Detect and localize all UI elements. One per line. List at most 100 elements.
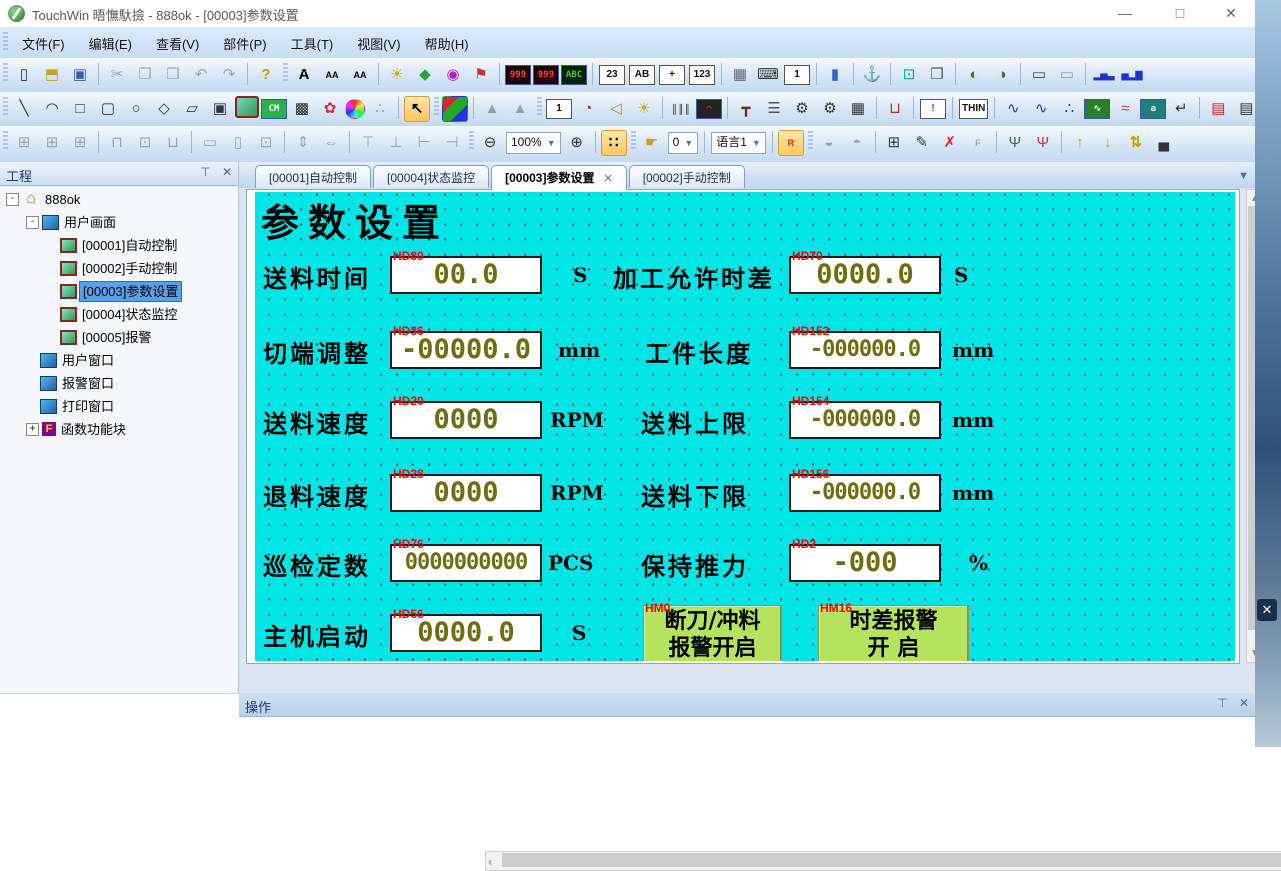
pump-1-icon[interactable]: ⚙	[789, 96, 815, 122]
hmi-button-1[interactable]: HM0断刀/冲料报警开启	[643, 605, 782, 661]
spin-select[interactable]: 0▼	[668, 132, 699, 154]
window-widget-icon[interactable]: ❒	[924, 62, 950, 88]
tree-item-00003参数设置[interactable]: [00003]参数设置	[0, 280, 238, 303]
tab-label[interactable]: [00003]参数设置	[505, 171, 594, 185]
draw-rect-icon[interactable]: □	[67, 96, 93, 122]
tree-item-label[interactable]: 报警窗口	[59, 372, 117, 395]
speaker-icon[interactable]: ◁	[603, 96, 629, 122]
menu-item-6[interactable]: 视图(V)	[345, 27, 412, 53]
net-download-icon[interactable]: ◐	[961, 62, 987, 88]
close-icon[interactable]: ✕	[1239, 696, 1249, 710]
digital-input-icon[interactable]: 23	[599, 65, 625, 85]
data-input-box[interactable]: HD760000000000	[390, 544, 542, 582]
report-icon[interactable]: !	[920, 99, 946, 119]
tree-item-00004状态监控[interactable]: [00004]状态监控	[0, 303, 238, 326]
tree-item-label[interactable]: [00003]参数设置	[79, 281, 182, 302]
field-label[interactable]: 切端调整	[263, 334, 371, 369]
rect-dashed-icon[interactable]: ▭	[1054, 62, 1080, 88]
digital-display-alt-icon[interactable]: 999	[533, 65, 559, 85]
bar-graph-alt-icon[interactable]: ▅▂▇	[1119, 62, 1145, 88]
a-display-icon[interactable]: a	[1140, 99, 1166, 119]
delete-screen-icon[interactable]: ✗	[937, 130, 963, 156]
draw-line-icon[interactable]: ╲	[11, 96, 37, 122]
zoom-out-icon[interactable]: ⊖	[477, 130, 503, 156]
draw-rounded-rect-icon[interactable]: ▢	[95, 96, 121, 122]
help-icon[interactable]: ?	[253, 62, 279, 88]
zoom-select[interactable]: 100%▼	[506, 132, 561, 154]
chevron-down-icon[interactable]: ▼	[547, 138, 556, 148]
text-input-icon[interactable]: AB	[629, 65, 655, 85]
hmi-button-2[interactable]: HM16时差报警开 启	[818, 605, 969, 661]
digital-display-icon[interactable]: 999	[505, 65, 531, 85]
user-input-button-icon[interactable]: 1	[784, 65, 810, 85]
grid-toggle-icon[interactable]: ∷	[601, 130, 627, 156]
calendar-icon[interactable]: 1	[546, 99, 572, 119]
expand-icon[interactable]: +	[26, 423, 39, 436]
horizontal-scroll-thumb[interactable]	[502, 853, 1281, 867]
data-input-box[interactable]: HD700000.0	[789, 256, 941, 294]
draw-arc-icon[interactable]: ◠	[39, 96, 65, 122]
pump-2-icon[interactable]: ⚙	[817, 96, 843, 122]
thin-client-icon[interactable]: THIN	[959, 99, 988, 119]
tree-item-888ok[interactable]: -⌂888ok	[0, 188, 238, 211]
data-input-box[interactable]: HD560000.0	[390, 614, 542, 652]
menu-item-5[interactable]: 工具(T)	[279, 27, 346, 53]
online-simulate-icon[interactable]: Ψ	[1002, 130, 1028, 156]
hand-tool-icon[interactable]: ☛	[639, 130, 665, 156]
r-button-icon[interactable]: R	[778, 130, 804, 156]
tank-icon[interactable]: ⊔	[882, 96, 908, 122]
static-text-icon[interactable]: A	[291, 62, 317, 88]
tab-00004状态监控[interactable]: [00004]状态监控	[373, 165, 489, 190]
tree-item-label[interactable]: 888ok	[42, 188, 83, 211]
text-display-icon[interactable]: ABC	[561, 65, 587, 85]
bar-meter-icon[interactable]: ▮	[822, 62, 848, 88]
menu-item-4[interactable]: 部件(P)	[211, 27, 278, 53]
return-widget-icon[interactable]: ↵	[1168, 96, 1194, 122]
keyboard-icon[interactable]: ⌨	[755, 62, 781, 88]
field-label[interactable]: 保持推力	[641, 547, 749, 582]
pin-icon[interactable]: ⊤	[200, 165, 210, 179]
close-button[interactable]: ✕	[1209, 0, 1253, 26]
field-label[interactable]: 加工允许时差	[613, 259, 775, 294]
draw-frame-icon[interactable]: ▣	[207, 96, 233, 122]
chevron-down-icon[interactable]: ▼	[752, 138, 761, 148]
tab-close-icon[interactable]: ✕	[603, 173, 612, 185]
cube-3d-icon[interactable]	[442, 96, 468, 122]
net-upload-icon[interactable]: ◑	[989, 62, 1015, 88]
field-label[interactable]: 送料时间	[263, 259, 371, 294]
data-input-box[interactable]: HD156-000000.0	[789, 474, 941, 512]
offline-simulate-icon[interactable]: Ψ	[1030, 130, 1056, 156]
recipe-icon[interactable]: ⚓	[859, 62, 885, 88]
data-input-box[interactable]: HD154-000000.0	[789, 401, 941, 439]
field-label[interactable]: 送料速度	[263, 404, 371, 439]
tab-label[interactable]: [00001]自动控制	[269, 171, 357, 185]
clock-icon[interactable]: ◔	[575, 96, 601, 122]
draw-sector-icon[interactable]: ▱	[179, 96, 205, 122]
field-label[interactable]: 送料上限	[641, 404, 749, 439]
xy-chart-icon[interactable]: ≈	[1112, 96, 1138, 122]
ring-lamp-icon[interactable]: ◉	[440, 62, 466, 88]
collapse-icon[interactable]: -	[26, 216, 39, 229]
tab-00003参数设置[interactable]: [00003]参数设置 ✕	[491, 165, 627, 190]
insert-picture-icon[interactable]	[235, 96, 259, 118]
field-label[interactable]: 工件长度	[645, 334, 753, 369]
field-label[interactable]: 巡检定数	[263, 547, 371, 582]
field-label[interactable]: 退料速度	[263, 477, 371, 512]
draw-polygon-icon[interactable]: ◇	[151, 96, 177, 122]
tree-item-label[interactable]: 打印窗口	[59, 395, 117, 418]
tree-item-00001自动控制[interactable]: [00001]自动控制	[0, 234, 238, 257]
updown-transfer-icon[interactable]: ⇅	[1123, 130, 1149, 156]
tree-item-label[interactable]: 用户窗口	[59, 349, 117, 372]
color-wheel-icon[interactable]	[345, 99, 365, 119]
hmi-canvas[interactable]: 参数设置 送料时间HD8000.0S加工允许时差HD700000.0S切端调整H…	[255, 192, 1235, 661]
data-input-box[interactable]: HD2-000	[789, 544, 941, 582]
maximize-button[interactable]: □	[1158, 0, 1202, 26]
bar-graph-icon[interactable]: ▂▅▃	[1091, 62, 1117, 88]
cm-block-icon[interactable]: CM	[261, 99, 287, 119]
trend-green-icon[interactable]: ∿	[1084, 99, 1110, 119]
tree-item-打印窗口[interactable]: 打印窗口	[0, 395, 238, 418]
tree-item-label[interactable]: [00004]状态监控	[79, 303, 180, 326]
data-input-box[interactable]: HD36-00000.0	[390, 331, 542, 369]
menu-item-3[interactable]: 查看(V)	[144, 27, 211, 53]
language-select[interactable]: 语言1▼	[711, 132, 766, 154]
